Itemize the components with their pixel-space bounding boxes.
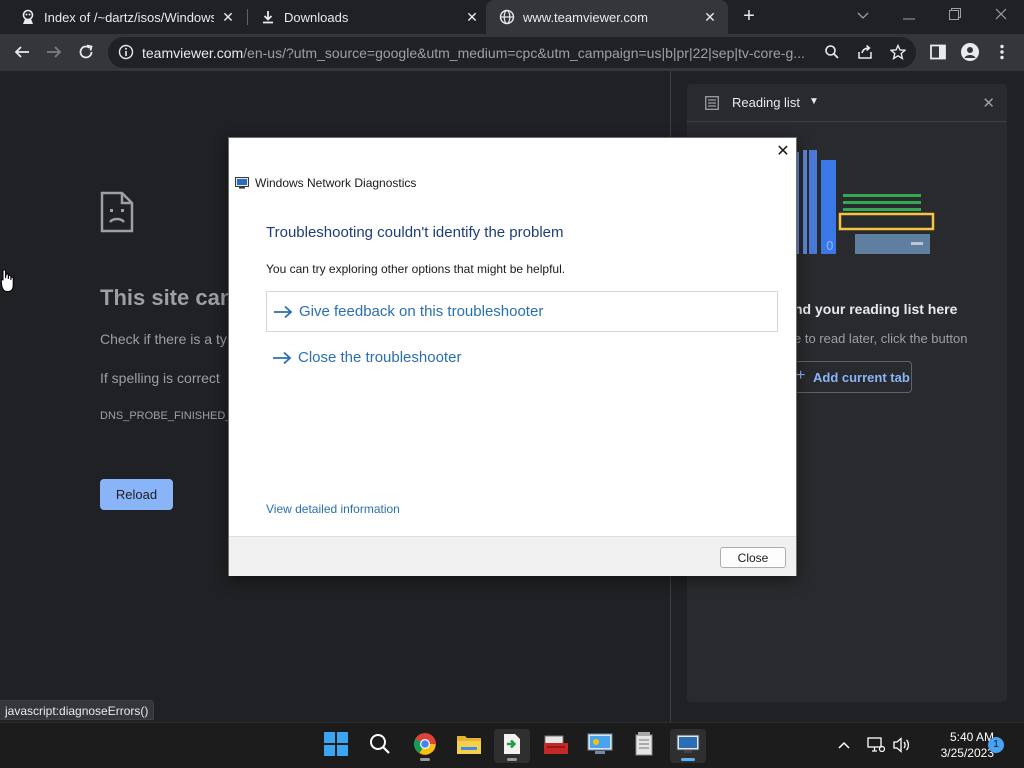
dialog-app-title: Windows Network Diagnostics xyxy=(255,176,417,190)
give-feedback-option[interactable]: Give feedback on this troubleshooter xyxy=(266,291,778,332)
download-icon xyxy=(260,9,276,25)
chrome-icon xyxy=(413,732,437,761)
svg-text:0: 0 xyxy=(826,239,834,253)
close-troubleshooter-label: Close the troubleshooter xyxy=(298,349,462,366)
error-suggestion-spelling: If spelling is correct xyxy=(100,370,220,386)
tab-title: Index of /~dartz/isos/Windows/ xyxy=(44,9,214,25)
network-diagnostics-dialog: ✕ Windows Network Diagnostics Troublesho… xyxy=(228,137,797,576)
tab-title: www.teamviewer.com xyxy=(523,9,648,25)
volume-icon[interactable] xyxy=(892,735,912,755)
tab-index-of-isos[interactable]: Index of /~dartz/isos/Windows/ ✕ xyxy=(0,0,246,34)
close-window-button[interactable] xyxy=(978,0,1024,30)
control-panel-app[interactable] xyxy=(582,729,618,763)
close-troubleshooter-option[interactable]: Close the troubleshooter xyxy=(266,337,778,378)
bookmark-star-icon[interactable] xyxy=(888,42,908,62)
add-current-tab-button[interactable]: + Add current tab xyxy=(787,361,912,393)
add-current-tab-label: Add current tab xyxy=(813,370,910,385)
running-indicator xyxy=(507,758,517,761)
reload-button[interactable]: Reload xyxy=(100,479,173,510)
site-favicon-icon xyxy=(20,9,36,25)
network-diagnostics-app[interactable] xyxy=(670,729,706,763)
dialog-footer: Close xyxy=(229,536,796,576)
profile-avatar-icon[interactable] xyxy=(958,40,982,64)
sad-page-icon xyxy=(100,191,134,238)
reading-list-header: Reading list ▼ ✕ xyxy=(687,84,1007,122)
clock-date: 3/25/2023 xyxy=(940,746,994,760)
active-indicator xyxy=(681,758,695,761)
running-indicator xyxy=(420,758,430,761)
mouse-cursor-icon xyxy=(0,268,15,294)
plus-icon: + xyxy=(796,367,806,384)
reading-list-empty-title: nd your reading list here xyxy=(794,301,958,317)
back-button[interactable] xyxy=(10,40,34,64)
network-diagnostics-taskbar-icon xyxy=(676,734,700,759)
windows-taskbar: 5:40 AM 3/25/2023 1 xyxy=(0,722,1024,768)
clock-time: 5:40 AM xyxy=(949,730,994,744)
tab-teamviewer[interactable]: www.teamviewer.com ✕ xyxy=(486,0,728,34)
folder-icon xyxy=(456,733,482,760)
toolbox-app[interactable] xyxy=(538,729,574,763)
arrow-right-icon xyxy=(273,305,293,319)
windows-logo-icon xyxy=(324,731,348,761)
reading-list-empty-description: e to read later, click the button xyxy=(794,331,968,346)
tab-search-icon[interactable] xyxy=(840,0,886,30)
chrome-app[interactable] xyxy=(407,729,443,763)
monitor-settings-icon xyxy=(587,733,613,760)
give-feedback-label: Give feedback on this troubleshooter xyxy=(299,303,544,320)
show-hidden-icons-chevron-icon[interactable] xyxy=(836,735,852,755)
error-heading: This site can xyxy=(100,285,234,310)
share-icon[interactable] xyxy=(855,42,875,62)
dialog-close-button[interactable]: Close xyxy=(720,547,786,568)
error-suggestion-typo: Check if there is a ty xyxy=(100,331,227,347)
network-status-icon[interactable] xyxy=(866,735,886,755)
status-bar-url: javascript:diagnoseErrors() xyxy=(0,700,155,720)
system-clock[interactable]: 5:40 AM 3/25/2023 xyxy=(918,729,994,761)
url-text: teamviewer.com/en-us/?utm_source=google&… xyxy=(142,45,814,61)
menu-kebab-icon[interactable] xyxy=(990,40,1014,64)
tab-strip: Index of /~dartz/isos/Windows/ ✕ Downloa… xyxy=(0,0,1024,34)
reload-icon[interactable] xyxy=(74,40,98,64)
view-detailed-info-link[interactable]: View detailed information xyxy=(266,502,400,516)
site-info-icon[interactable] xyxy=(116,42,136,62)
search-icon xyxy=(369,733,391,760)
side-panel-icon[interactable] xyxy=(926,40,950,64)
dialog-heading: Troubleshooting couldn't identify the pr… xyxy=(266,224,564,241)
notification-badge[interactable]: 1 xyxy=(988,737,1004,753)
minimize-button[interactable] xyxy=(886,0,932,30)
close-tab-icon[interactable]: ✕ xyxy=(464,9,480,25)
start-button[interactable] xyxy=(318,729,354,763)
tab-title: Downloads xyxy=(284,9,349,25)
url-host: teamviewer.com xyxy=(142,45,244,61)
forward-button[interactable] xyxy=(42,40,66,64)
dropdown-caret-icon[interactable]: ▼ xyxy=(809,96,819,107)
reading-list-illustration: 0 xyxy=(795,150,939,263)
browser-toolbar: teamviewer.com/en-us/?utm_source=google&… xyxy=(0,34,1024,71)
close-tab-icon[interactable]: ✕ xyxy=(702,9,718,25)
file-explorer-app[interactable] xyxy=(451,729,487,763)
restore-button[interactable] xyxy=(932,0,978,30)
reading-list-icon xyxy=(705,96,719,115)
error-code: DNS_PROBE_FINISHED_ xyxy=(100,410,232,422)
search-button[interactable] xyxy=(362,729,398,763)
downloads-app[interactable] xyxy=(494,729,530,763)
network-diagnostics-icon xyxy=(235,176,249,189)
new-tab-button[interactable]: + xyxy=(738,6,760,28)
dialog-subtext: You can try exploring other options that… xyxy=(266,262,566,276)
url-path: /en-us/?utm_source=google&utm_medium=cpc… xyxy=(243,45,805,61)
green-arrow-app-icon xyxy=(503,733,521,760)
search-icon[interactable] xyxy=(822,42,842,62)
dialog-close-icon[interactable]: ✕ xyxy=(774,143,792,161)
reading-list-title[interactable]: Reading list xyxy=(732,95,800,110)
notepad-icon xyxy=(634,731,654,761)
toolbox-icon xyxy=(543,733,569,760)
tab-downloads[interactable]: Downloads ✕ xyxy=(240,0,490,34)
notepad-app[interactable] xyxy=(626,729,662,763)
arrow-right-icon xyxy=(272,351,292,365)
close-panel-icon[interactable]: ✕ xyxy=(982,94,995,112)
close-tab-icon[interactable]: ✕ xyxy=(220,9,236,25)
address-bar[interactable]: teamviewer.com/en-us/?utm_source=google&… xyxy=(108,37,916,68)
globe-icon xyxy=(499,9,515,25)
